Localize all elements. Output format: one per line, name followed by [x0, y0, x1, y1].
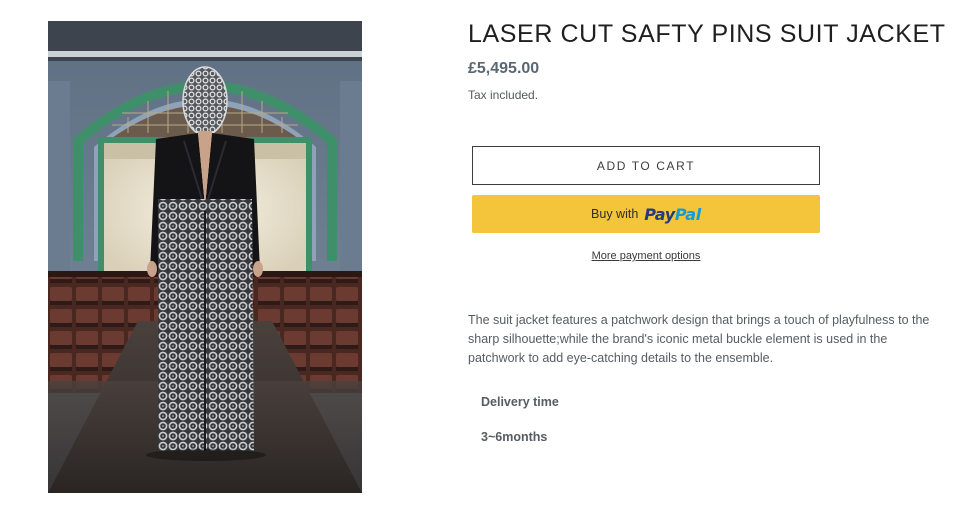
- tax-note: Tax included.: [468, 88, 539, 102]
- paypal-button-prefix: Buy with: [591, 207, 639, 221]
- paypal-logo-icon: PayPal: [644, 205, 701, 224]
- product-title: LASER CUT SAFTY PINS SUIT JACKET: [468, 20, 946, 48]
- buy-with-paypal-button[interactable]: Buy with PayPal: [472, 195, 820, 233]
- more-payment-options-link[interactable]: More payment options: [472, 250, 820, 262]
- paypal-logo-pay: Pay: [644, 204, 675, 224]
- product-description: The suit jacket features a patchwork des…: [468, 313, 930, 365]
- paypal-logo-pal: Pal: [674, 204, 701, 224]
- delivery-time-label: Delivery time: [481, 395, 559, 409]
- product-price: £5,495.00: [468, 60, 540, 77]
- add-to-cart-button[interactable]: ADD TO CART: [472, 146, 820, 185]
- product-page: LASER CUT SAFTY PINS SUIT JACKET £5,495.…: [0, 0, 960, 508]
- delivery-time-value: 3~6months: [481, 430, 548, 444]
- product-photo: [48, 21, 362, 493]
